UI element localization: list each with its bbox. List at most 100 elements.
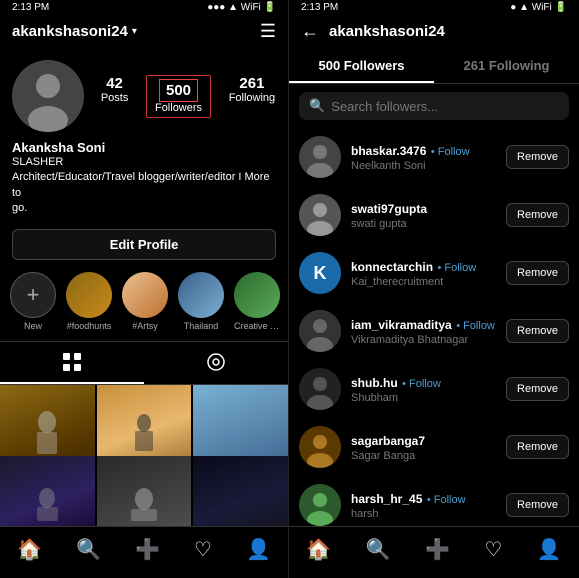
story-circle-2[interactable] (122, 272, 168, 318)
stories-row: + New #foodhunts #Artsy Thailand Creativ… (0, 266, 288, 337)
follower-avatar-0 (299, 136, 341, 178)
follower-realname-3: Vikramaditya Bhatnagar (351, 334, 496, 346)
nav-profile-icon[interactable]: 👤 (246, 537, 271, 562)
remove-button-1[interactable]: Remove (506, 203, 569, 227)
hamburger-icon[interactable]: ☰ (260, 21, 276, 42)
follower-info-1: swati97gupta swati gupta (351, 200, 496, 230)
follower-item-4: shub.hu • Follow Shubham Remove (289, 360, 579, 418)
story-circle-1[interactable] (66, 272, 112, 318)
remove-button-5[interactable]: Remove (506, 435, 569, 459)
follower-realname-0: Neelkanth Soni (351, 160, 496, 172)
profile-info: Akanksha Soni SLASHER Architect/Educator… (0, 140, 288, 223)
story-new-label: New (24, 321, 42, 331)
left-time: 2:13 PM (12, 2, 49, 13)
story-circle-3[interactable] (178, 272, 224, 318)
follower-avatar-6 (299, 484, 341, 526)
follower-username-5: sagarbanga7 (351, 432, 496, 450)
follower-avatar-3 (299, 310, 341, 352)
followers-stat[interactable]: 500 Followers (146, 75, 211, 118)
story-foodhunts[interactable]: #foodhunts (66, 272, 112, 331)
search-bar[interactable]: 🔍 Search followers... (299, 92, 569, 120)
avatar[interactable] (12, 60, 84, 132)
follower-info-6: harsh_hr_45 • Follow harsh (351, 490, 496, 520)
follower-realname-1: swati gupta (351, 218, 496, 230)
bio-line3: go. (12, 201, 276, 216)
left-header: akankshasoni24 ▾ ☰ (0, 13, 288, 50)
right-panel: 2:13 PM ● ▲ WiFi 🔋 ← akankshasoni24 500 … (289, 0, 579, 578)
display-name: Akanksha Soni (12, 140, 276, 155)
right-nav-home[interactable]: 🏠 (306, 537, 331, 562)
follower-item-5: sagarbanga7 Sagar Banga Remove (289, 418, 579, 476)
story-label-2: #Artsy (132, 321, 158, 331)
new-story-circle[interactable]: + (10, 272, 56, 318)
nav-search-icon[interactable]: 🔍 (76, 537, 101, 562)
right-nav-add[interactable]: ➕ (425, 537, 450, 562)
remove-button-6[interactable]: Remove (506, 493, 569, 517)
nav-heart-icon[interactable]: ♡ (194, 537, 212, 562)
story-creative[interactable]: Creative W... (234, 272, 280, 331)
right-nav-heart[interactable]: ♡ (484, 537, 502, 562)
back-arrow-icon[interactable]: ← (301, 21, 319, 42)
follower-item-6: harsh_hr_45 • Follow harsh Remove (289, 476, 579, 526)
follower-avatar-5 (299, 426, 341, 468)
follower-avatar-2: K (299, 252, 341, 294)
follower-realname-4: Shubham (351, 392, 496, 404)
follower-username-6: harsh_hr_45 • Follow (351, 490, 496, 508)
profile-section: 42 Posts 500 Followers 261 Following (0, 50, 288, 140)
left-username[interactable]: akankshasoni24 (12, 23, 128, 40)
search-placeholder-text: Search followers... (331, 99, 438, 114)
remove-button-3[interactable]: Remove (506, 319, 569, 343)
photo-cell-6[interactable] (193, 456, 288, 526)
remove-button-2[interactable]: Remove (506, 261, 569, 285)
follower-username-2: konnectarchin • Follow (351, 258, 496, 276)
edit-profile-button[interactable]: Edit Profile (12, 229, 276, 260)
following-stat[interactable]: 261 Following (229, 75, 275, 118)
follower-item-2: K konnectarchin • Follow Kai_therecruitm… (289, 244, 579, 302)
following-count: 261 (239, 75, 264, 92)
tab-following[interactable]: 261 Following (434, 48, 579, 83)
follower-item-0: bhaskar.3476 • Follow Neelkanth Soni Rem… (289, 128, 579, 186)
tab-followers[interactable]: 500 Followers (289, 48, 434, 83)
follower-username-0: bhaskar.3476 • Follow (351, 142, 496, 160)
follower-avatar-1 (299, 194, 341, 236)
follower-info-5: sagarbanga7 Sagar Banga (351, 432, 496, 462)
follower-username-3: iam_vikramaditya • Follow (351, 316, 496, 334)
tab-grid[interactable] (0, 342, 144, 384)
right-status-bar: 2:13 PM ● ▲ WiFi 🔋 (289, 0, 579, 13)
svg-text:K: K (314, 263, 327, 283)
right-nav-search[interactable]: 🔍 (366, 537, 391, 562)
follower-info-0: bhaskar.3476 • Follow Neelkanth Soni (351, 142, 496, 172)
story-thailand[interactable]: Thailand (178, 272, 224, 331)
tab-followers-label: 500 Followers (319, 58, 405, 73)
right-nav-profile[interactable]: 👤 (537, 537, 562, 562)
follower-item-1: swati97gupta swati gupta Remove (289, 186, 579, 244)
posts-stat[interactable]: 42 Posts (101, 75, 129, 118)
tab-tagged[interactable] (144, 342, 288, 384)
posts-label: Posts (101, 92, 129, 104)
follower-info-3: iam_vikramaditya • Follow Vikramaditya B… (351, 316, 496, 346)
follower-realname-2: Kai_therecruitment (351, 276, 496, 288)
remove-button-0[interactable]: Remove (506, 145, 569, 169)
left-status-bar: 2:13 PM ●●● ▲ WiFi 🔋 (0, 0, 288, 13)
story-new[interactable]: + New (10, 272, 56, 331)
follower-realname-5: Sagar Banga (351, 450, 496, 462)
plus-icon: + (27, 282, 40, 308)
followers-tabs: 500 Followers 261 Following (289, 48, 579, 84)
story-circle-4[interactable] (234, 272, 280, 318)
photo-cell-4[interactable] (0, 456, 95, 526)
nav-add-icon[interactable]: ➕ (135, 537, 160, 562)
profile-tabs (0, 341, 288, 385)
follower-info-4: shub.hu • Follow Shubham (351, 374, 496, 404)
story-artsy[interactable]: #Artsy (122, 272, 168, 331)
right-bottom-nav: 🏠 🔍 ➕ ♡ 👤 (289, 526, 579, 578)
photo-cell-5[interactable] (97, 456, 192, 526)
follower-username-1: swati97gupta (351, 200, 496, 218)
remove-button-4[interactable]: Remove (506, 377, 569, 401)
follower-username-4: shub.hu • Follow (351, 374, 496, 392)
nav-home-icon[interactable]: 🏠 (17, 537, 42, 562)
right-header: ← akankshasoni24 (289, 13, 579, 48)
right-time: 2:13 PM (301, 2, 338, 13)
chevron-down-icon[interactable]: ▾ (132, 26, 137, 37)
left-bottom-nav: 🏠 🔍 ➕ ♡ 👤 (0, 526, 288, 578)
left-header-left: akankshasoni24 ▾ (12, 23, 137, 40)
